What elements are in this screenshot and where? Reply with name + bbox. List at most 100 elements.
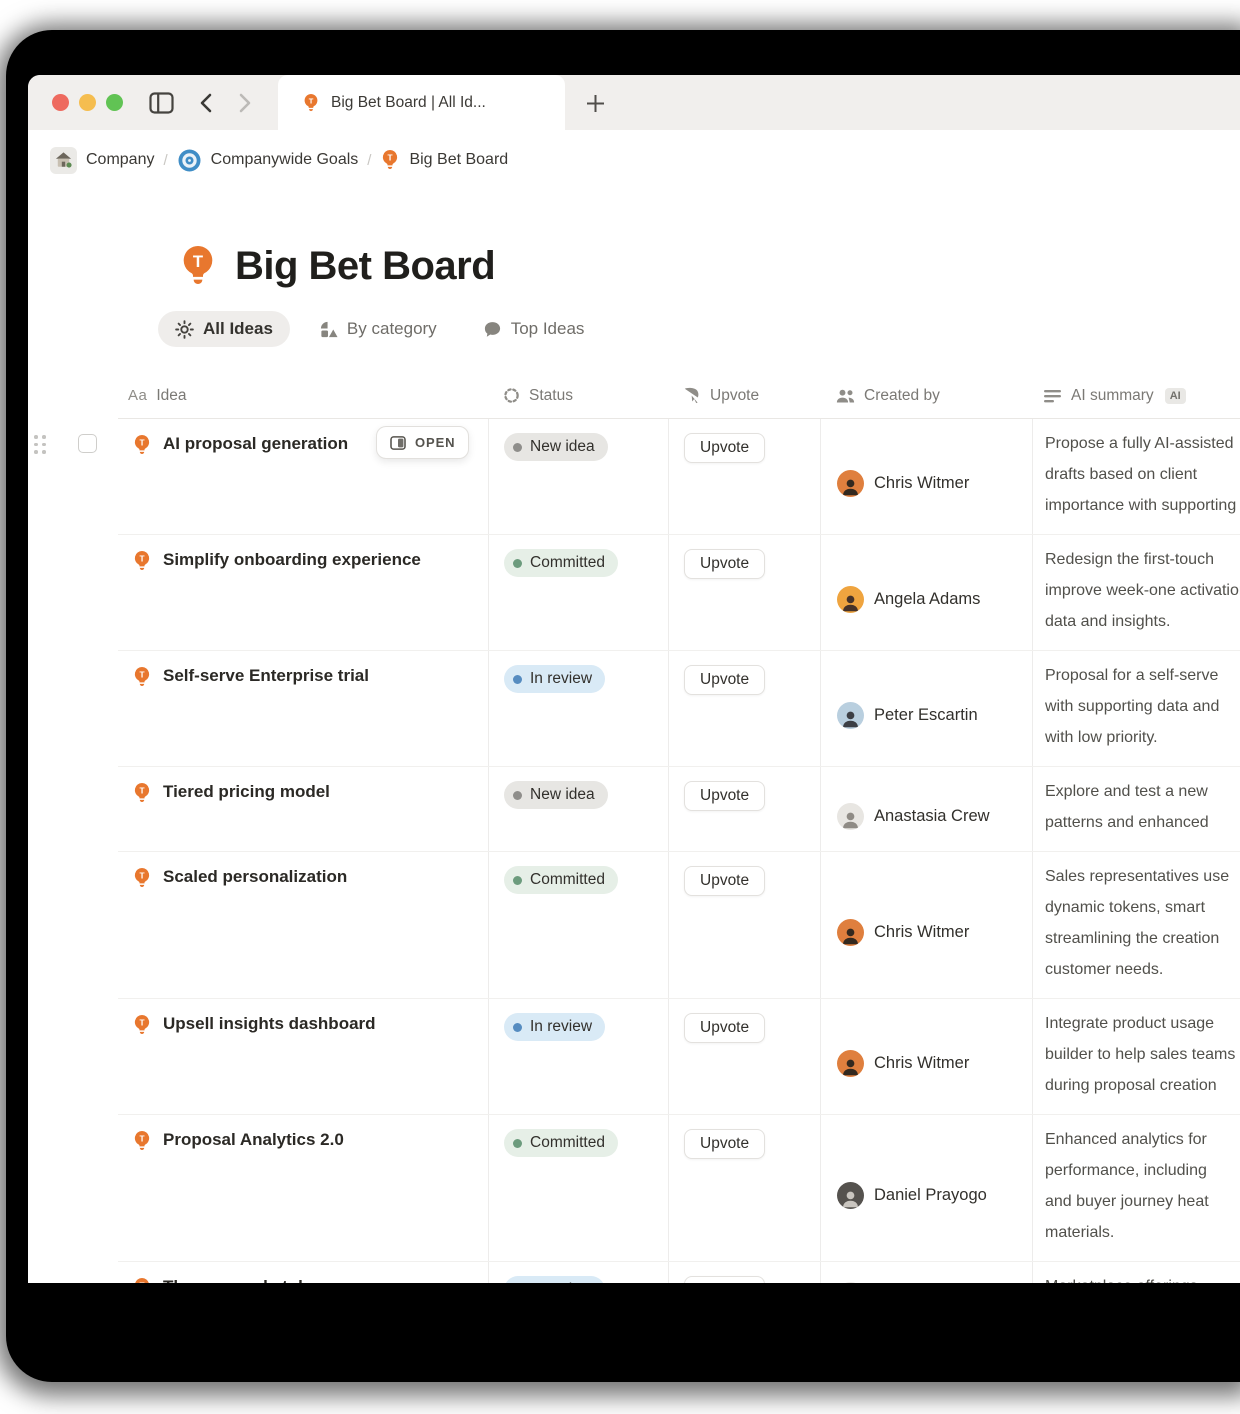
ai-summary-cell[interactable]: Sales representatives use dynamic tokens… — [1032, 852, 1240, 998]
view-tab-all-ideas[interactable]: All Ideas — [158, 311, 290, 347]
column-header-status[interactable]: Status — [488, 387, 668, 405]
idea-cell[interactable]: Proposal Analytics 2.0 — [118, 1115, 488, 1261]
status-cell[interactable]: New idea — [488, 419, 668, 534]
table-row[interactable]: Tiered pricing model New idea Upvote — [118, 767, 1240, 852]
side-peek-icon — [390, 436, 406, 450]
idea-cell[interactable]: Tiered pricing model — [118, 767, 488, 851]
created-by-cell[interactable]: Chris Witmer — [820, 852, 1032, 998]
lightbulb-icon — [132, 782, 152, 804]
status-cell[interactable]: Committed — [488, 535, 668, 650]
upvote-button[interactable]: Upvote — [684, 665, 765, 695]
upvote-button[interactable]: Upvote — [684, 866, 765, 896]
idea-cell[interactable]: AI proposal generation OPEN — [118, 419, 488, 534]
idea-cell[interactable]: Themes marketplace — [118, 1262, 488, 1283]
forward-button[interactable] — [231, 89, 259, 117]
upvote-button[interactable]: Upvote — [684, 781, 765, 811]
upvote-button[interactable]: Upvote — [684, 1129, 765, 1159]
idea-title: Self-serve Enterprise trial — [163, 666, 369, 686]
avatar — [837, 1182, 864, 1209]
view-tab-top-ideas[interactable]: Top Ideas — [466, 311, 602, 347]
breadcrumb: Company / Companywide Goals / Big Bet Bo… — [28, 130, 1240, 190]
status-cell[interactable]: Committed — [488, 852, 668, 998]
column-header-created-by[interactable]: Created by — [820, 387, 1032, 405]
status-cell[interactable]: In review — [488, 999, 668, 1114]
status-cell[interactable]: In review — [488, 651, 668, 766]
browser-tab[interactable]: Big Bet Board | All Id... — [278, 75, 565, 130]
chevron-right-icon — [239, 93, 252, 113]
upvote-button[interactable]: Upvote — [684, 1013, 765, 1043]
breadcrumb-separator: / — [367, 152, 371, 169]
status-label: New idea — [530, 438, 595, 456]
status-badge: New idea — [504, 433, 608, 461]
ai-summary-cell[interactable]: Propose a fully AI-assisted drafts based… — [1032, 419, 1240, 534]
ai-summary-cell[interactable]: Marketplace offerings — [1032, 1262, 1240, 1283]
table-row[interactable]: Simplify onboarding experience Committed… — [118, 535, 1240, 651]
column-header-ai-summary[interactable]: AI summary AI — [1032, 387, 1240, 405]
row-checkbox[interactable] — [78, 434, 97, 453]
status-cell[interactable]: Committed — [488, 1115, 668, 1261]
created-by-cell[interactable]: Chris Witmer — [820, 419, 1032, 534]
created-by-cell[interactable]: Chris Witmer — [820, 999, 1032, 1114]
view-tab-label: All Ideas — [203, 319, 273, 339]
table-row[interactable]: Proposal Analytics 2.0 Committed Upvote — [118, 1115, 1240, 1262]
status-badge: In review — [504, 1013, 605, 1041]
page-content: Big Bet Board All Ideas — [28, 240, 1240, 1283]
table-row[interactable]: AI proposal generation OPEN New — [118, 419, 1240, 535]
zoom-window-button[interactable] — [106, 94, 123, 111]
titlebar: Big Bet Board | All Id... — [28, 75, 1240, 130]
status-cell[interactable]: New idea — [488, 767, 668, 851]
created-by-cell[interactable]: Daniel Prayogo — [820, 1115, 1032, 1261]
upvote-button[interactable]: Upvote — [684, 433, 765, 463]
idea-title: Tiered pricing model — [163, 782, 330, 802]
creator-name: Anastasia Crew — [874, 807, 990, 826]
table-row[interactable]: Self-serve Enterprise trial In review Up… — [118, 651, 1240, 767]
breadcrumb-item-big-bet-board[interactable]: Big Bet Board — [380, 149, 508, 171]
open-button[interactable]: OPEN — [376, 426, 469, 459]
column-label: Created by — [864, 387, 940, 405]
drag-handle[interactable] — [34, 435, 46, 454]
table-row[interactable]: Upsell insights dashboard In review Upvo… — [118, 999, 1240, 1115]
creator-name: Chris Witmer — [874, 474, 969, 493]
created-by-cell[interactable]: Angela Adams — [820, 535, 1032, 650]
close-window-button[interactable] — [52, 94, 69, 111]
column-header-idea[interactable]: Aa Idea — [118, 387, 488, 405]
new-tab-button[interactable] — [580, 88, 610, 118]
idea-cell[interactable]: Self-serve Enterprise trial — [118, 651, 488, 766]
upvote-button[interactable]: Upvote — [684, 549, 765, 579]
idea-cell[interactable]: Upsell insights dashboard — [118, 999, 488, 1114]
status-label: New idea — [530, 786, 595, 804]
ai-summary-cell[interactable]: Proposal for a self-serve with supportin… — [1032, 651, 1240, 766]
toggle-sidebar-button[interactable] — [147, 89, 175, 117]
view-tab-by-category[interactable]: By category — [302, 311, 454, 347]
table-row[interactable]: Themes marketplace In review Upvote — [118, 1262, 1240, 1283]
status-label: In review — [530, 1018, 592, 1036]
upvote-cell: Upvote — [668, 535, 820, 650]
text-icon: Aa — [128, 387, 147, 404]
people-icon — [836, 388, 855, 404]
created-by-cell[interactable]: Peter Escartin — [820, 651, 1032, 766]
status-label: In review — [530, 1281, 592, 1283]
ai-summary-cell[interactable]: Integrate product usage builder to help … — [1032, 999, 1240, 1114]
table-row[interactable]: Scaled personalization Committed Upvote — [118, 852, 1240, 999]
ai-summary-cell[interactable]: Redesign the first-touch improve week-on… — [1032, 535, 1240, 650]
lines-icon — [1044, 389, 1062, 403]
idea-cell[interactable]: Simplify onboarding experience — [118, 535, 488, 650]
breadcrumb-item-company[interactable]: Company — [50, 147, 154, 174]
minimize-window-button[interactable] — [79, 94, 96, 111]
back-button[interactable] — [191, 89, 219, 117]
created-by-cell[interactable]: Anastasia Crew — [820, 767, 1032, 851]
idea-cell[interactable]: Scaled personalization — [118, 852, 488, 998]
status-label: In review — [530, 670, 592, 688]
status-dot — [513, 791, 522, 800]
ai-summary-cell[interactable]: Enhanced analytics for performance, incl… — [1032, 1115, 1240, 1261]
status-badge: New idea — [504, 781, 608, 809]
status-cell[interactable]: In review — [488, 1262, 668, 1283]
upvote-cell: Upvote — [668, 419, 820, 534]
status-label: Committed — [530, 1134, 605, 1152]
ai-summary-cell[interactable]: Explore and test a new patterns and enha… — [1032, 767, 1240, 851]
upvote-cell: Upvote — [668, 1262, 820, 1283]
breadcrumb-item-companywide-goals[interactable]: Companywide Goals — [177, 148, 359, 173]
column-header-upvote[interactable]: Upvote — [668, 387, 820, 405]
created-by-cell[interactable]: Amy White — [820, 1262, 1032, 1283]
upvote-button[interactable]: Upvote — [684, 1276, 765, 1283]
